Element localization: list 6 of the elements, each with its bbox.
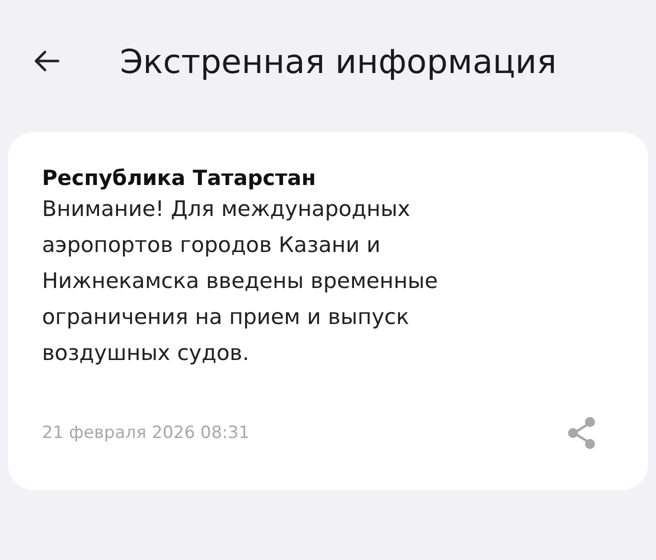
page-title: Экстренная информация [120,42,557,80]
share-icon [566,416,598,450]
back-arrow-icon [34,50,60,72]
alert-date: 21 февраля 2026 08:31 [42,423,250,443]
alert-message: Внимание! Для международных аэропортов городов Казани и Нижнекамска введены временные ограничения на прием и выпуск воздушных судов. [42,196,439,368]
alert-region: Республика Татарстан [42,166,317,190]
